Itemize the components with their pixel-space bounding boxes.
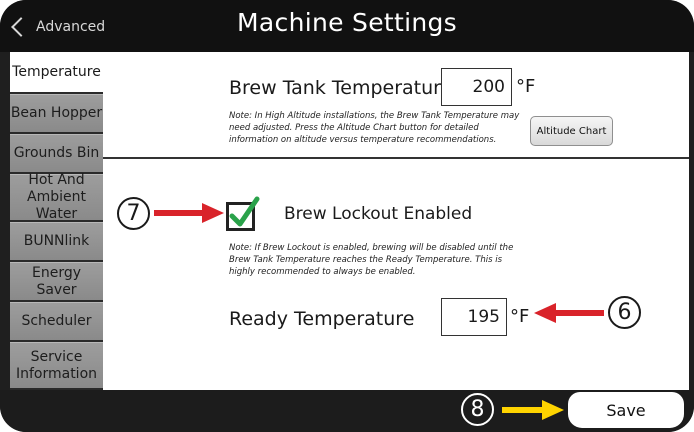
tab-temperature[interactable]: Temperature (10, 52, 103, 92)
brew-tank-note: Note: In High Altitude installations, th… (229, 111, 520, 145)
brew-lockout-label: Brew Lockout Enabled (284, 204, 473, 224)
yellow-arrow-right-icon (502, 400, 564, 420)
save-button[interactable]: Save (568, 392, 684, 428)
red-arrow-left-icon (534, 303, 604, 323)
brew-tank-unit: °F (516, 76, 536, 97)
brew-tank-input[interactable]: 200 (441, 68, 512, 106)
altitude-chart-button[interactable]: Altitude Chart (530, 116, 613, 146)
red-arrow-right-icon (154, 203, 224, 223)
callout-6: 6 (608, 296, 641, 329)
header-bar: Advanced Machine Settings (0, 0, 694, 52)
tab-scheduler[interactable]: Scheduler (10, 302, 103, 340)
tab-energy-saver[interactable]: Energy Saver (10, 262, 103, 300)
brew-lockout-note: Note: If Brew Lockout is enabled, brewin… (229, 243, 514, 277)
tab-hot-and-ambient-water[interactable]: Hot And Ambient Water (10, 172, 103, 222)
ready-temp-input[interactable]: 195 (441, 298, 507, 336)
tab-bunnlink[interactable]: BUNNlink (10, 222, 103, 260)
tab-service-information[interactable]: Service Information (10, 342, 103, 388)
section-divider (103, 157, 689, 159)
ready-temp-unit: °F (510, 306, 530, 327)
ready-temp-label: Ready Temperature (229, 308, 415, 330)
tab-grounds-bin[interactable]: Grounds Bin (10, 134, 103, 172)
device-frame: Advanced Machine Settings Temperature Be… (0, 0, 694, 432)
check-icon (229, 196, 260, 227)
sidebar: Temperature Bean Hopper Grounds Bin Hot … (10, 52, 103, 390)
tab-bean-hopper[interactable]: Bean Hopper (10, 94, 103, 132)
brew-lockout-checkbox[interactable] (226, 196, 260, 231)
brew-tank-label: Brew Tank Temperature (229, 77, 453, 99)
callout-8: 8 (461, 393, 494, 426)
page-title: Machine Settings (237, 8, 457, 37)
callout-7: 7 (117, 197, 150, 230)
